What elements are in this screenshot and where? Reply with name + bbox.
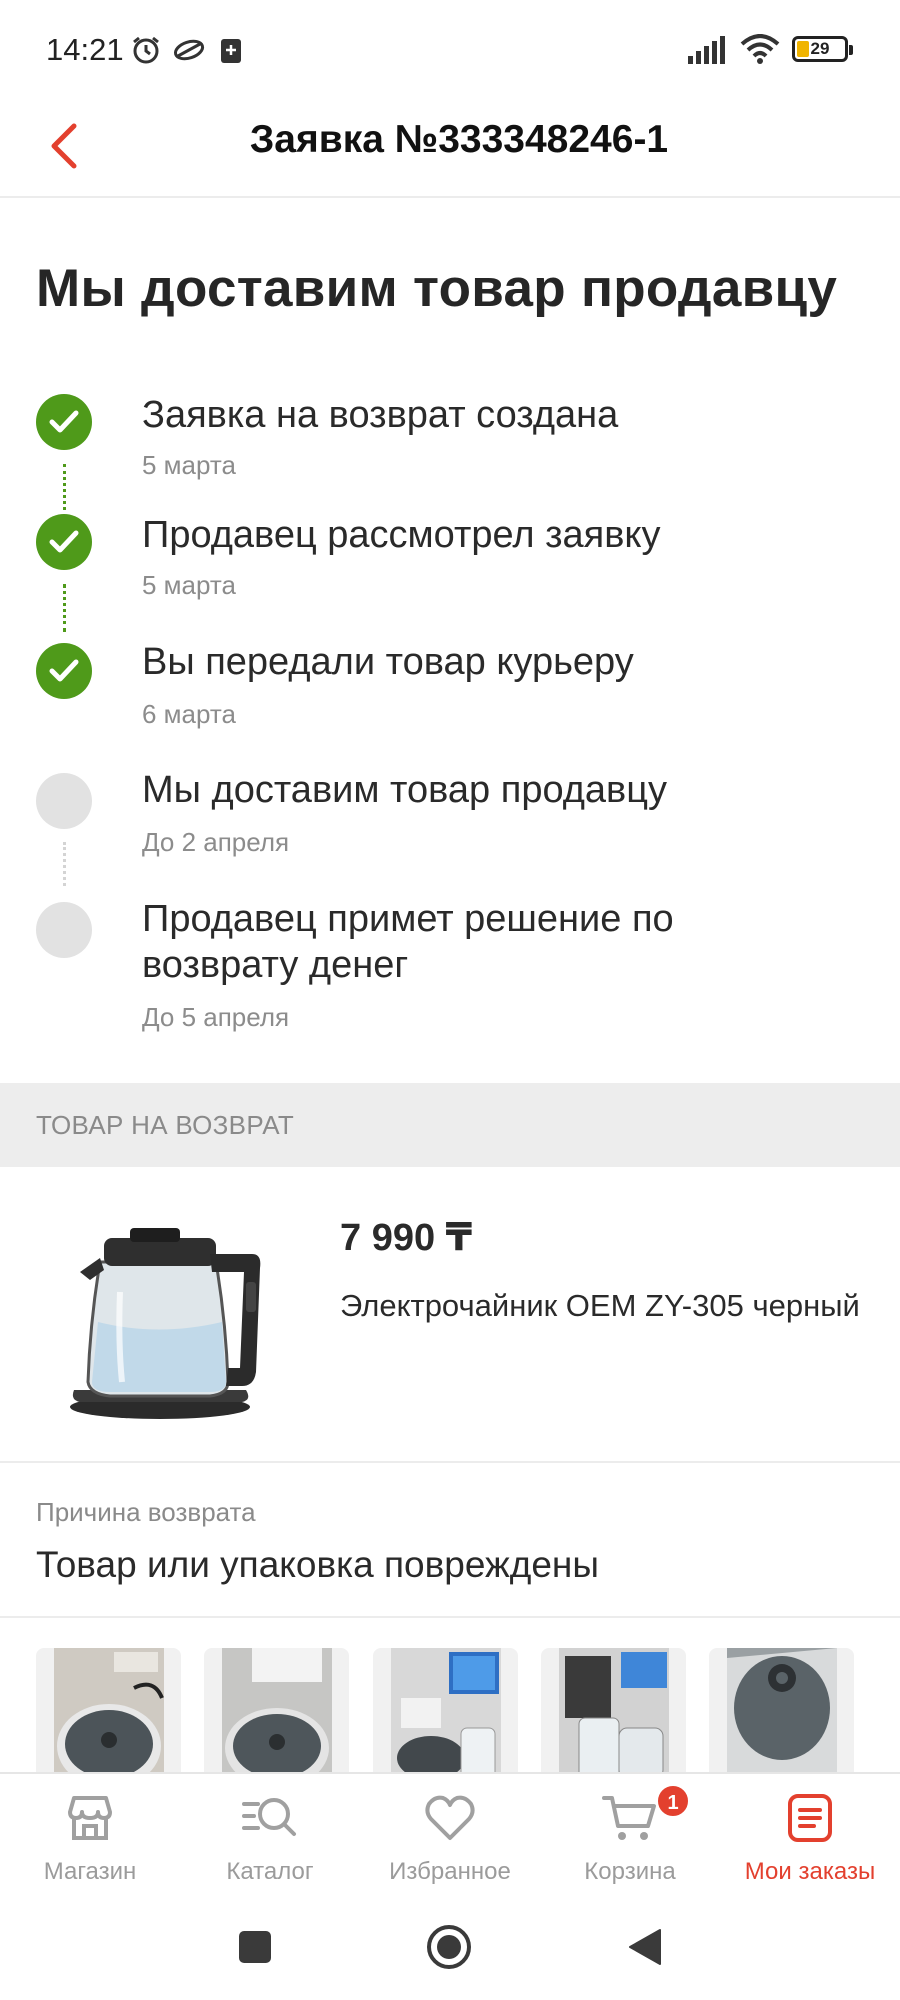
reason-label: Причина возврата [36, 1497, 256, 1527]
cart-count-badge: 1 [656, 1784, 690, 1818]
sim-icon [220, 38, 242, 69]
product-name: Электрочайник OEM ZY-305 черный [340, 1288, 860, 1323]
status-time: 14:21 [46, 32, 124, 67]
pending-dot [36, 902, 92, 958]
nav-cart[interactable]: 1 Корзина [550, 1774, 710, 1896]
step-date: 5 марта [142, 450, 236, 480]
store-icon [68, 1796, 112, 1840]
nav-label: Каталог [226, 1858, 314, 1885]
return-photo[interactable] [36, 1648, 181, 1773]
battery-icon: 29 [792, 36, 853, 62]
back-system-button[interactable] [628, 1928, 662, 1971]
system-navigation-bar [0, 1894, 900, 2000]
photo-strip [0, 1648, 900, 1773]
header: Заявка №333348246-1 [0, 100, 900, 198]
cloud-icon [172, 38, 206, 67]
step-date: 5 марта [142, 570, 236, 600]
check-icon [36, 643, 92, 699]
nav-label: Мои заказы [744, 1858, 876, 1885]
wifi-icon [740, 34, 780, 69]
step-date: До 2 апреля [142, 827, 290, 857]
timeline-connector [63, 584, 66, 632]
header-title: Заявка №333348246-1 [249, 118, 669, 161]
battery-level: 29 [810, 39, 830, 58]
nav-catalog[interactable]: Каталог [190, 1774, 350, 1896]
catalog-search-icon [242, 1798, 296, 1836]
step-label: Продавец рассмотрел заявку [142, 514, 661, 556]
return-photo[interactable] [373, 1648, 518, 1773]
section-header: ТОВАР НА ВОЗВРАТ [0, 1083, 900, 1167]
status-bar: 14:21 29 [0, 0, 900, 100]
page-title: Мы доставим товар продавцу [36, 259, 838, 318]
reason-value: Товар или упаковка повреждены [36, 1544, 599, 1585]
step-date: 6 марта [142, 699, 236, 729]
return-photo[interactable] [709, 1648, 854, 1773]
cart-icon [602, 1796, 656, 1840]
timeline-connector [63, 464, 66, 510]
pending-dot [36, 773, 92, 829]
nav-label: Избранное [389, 1858, 511, 1885]
check-icon [36, 394, 92, 450]
nav-my-orders[interactable]: Мои заказы [730, 1774, 890, 1896]
bottom-navigation: Магазин Каталог Избранное 1 Корзина Мои … [0, 1772, 900, 1894]
return-photo[interactable] [541, 1648, 686, 1773]
product-card[interactable]: 7 990 ₸ Электрочайник OEM ZY-305 черный [0, 1167, 900, 1463]
return-photo[interactable] [204, 1648, 349, 1773]
step-label: Заявка на возврат создана [142, 394, 619, 436]
signal-icon [688, 36, 730, 69]
square-icon [239, 1931, 271, 1963]
nav-label: Магазин [43, 1858, 137, 1885]
check-icon [36, 514, 92, 570]
product-price: 7 990 ₸ [340, 1217, 473, 1259]
step-date: До 5 апреля [142, 1002, 290, 1032]
step-label: Мы доставим товар продавцу [142, 769, 668, 811]
nav-favorites[interactable]: Избранное [370, 1774, 530, 1896]
circle-icon [427, 1925, 471, 1969]
step-label: Продавец примет решение по возврату дене… [142, 898, 674, 986]
return-reason: Причина возврата Товар или упаковка повр… [0, 1463, 900, 1618]
heart-icon [425, 1795, 475, 1840]
recent-apps-button[interactable] [238, 1930, 272, 1969]
alarm-icon [130, 34, 162, 71]
section-title: ТОВАР НА ВОЗВРАТ [36, 1110, 295, 1140]
nav-label: Корзина [584, 1858, 676, 1885]
kettle-image [60, 1202, 275, 1427]
nav-store[interactable]: Магазин [10, 1774, 170, 1896]
home-button[interactable] [426, 1924, 472, 1975]
triangle-back-icon [629, 1929, 661, 1965]
orders-icon [788, 1794, 832, 1842]
step-label: Вы передали товар курьеру [142, 641, 634, 683]
timeline-connector [63, 842, 66, 886]
